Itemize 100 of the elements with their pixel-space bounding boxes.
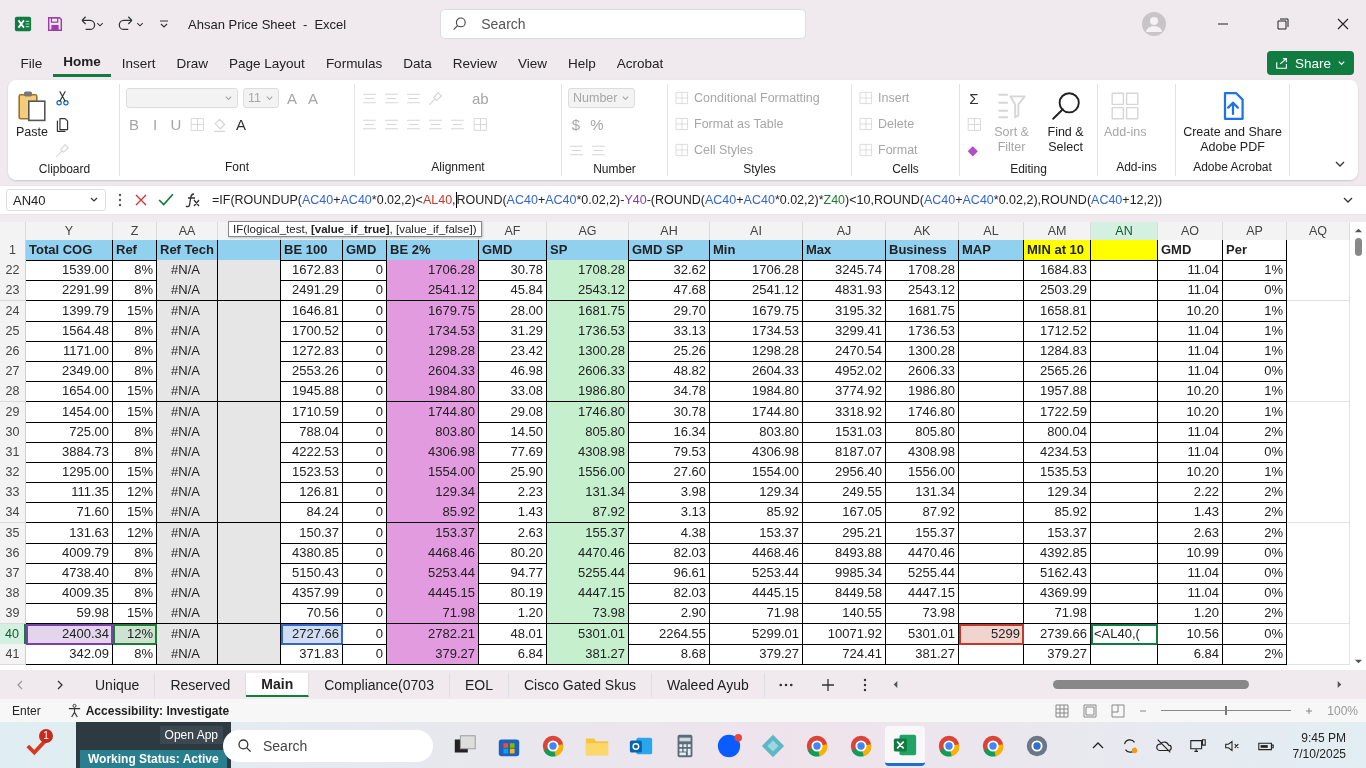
table-cell: 1284.83 [1024,340,1091,362]
menu-tab[interactable]: Acrobat [606,49,674,77]
row-header[interactable]: 23 [0,280,26,302]
accessibility-status[interactable]: Accessibility: Investigate [85,703,230,718]
sheet-tab[interactable]: Waleed Ayub [652,672,765,697]
open-app-button[interactable]: Open App [159,726,223,744]
row-header[interactable]: 1 [0,240,26,261]
column-header[interactable]: Z [113,222,157,242]
column-header[interactable]: AA [157,222,218,242]
sheet-tab[interactable]: Main [246,672,310,697]
row-header[interactable]: 33 [0,482,26,504]
menu-tab[interactable]: Formulas [315,49,393,77]
sheet-tab[interactable]: EOL [449,672,509,697]
checkmark-icon[interactable] [158,192,174,208]
menu-tab[interactable]: Draw [166,49,219,77]
menu-tab[interactable]: File [10,49,53,77]
zoom-slider[interactable] [1161,706,1292,715]
zoom-slider-thumb[interactable] [1225,706,1228,715]
clock-date[interactable]: 7/10/2025 [1292,747,1346,761]
ribbon-button[interactable]: Find & Select [1040,86,1091,155]
column-header[interactable]: AN [1091,222,1158,242]
row-header[interactable]: 41 [0,643,26,665]
row-header[interactable]: 34 [0,502,26,524]
row-header[interactable]: 27 [0,361,26,383]
column-header[interactable]: AP [1223,222,1287,242]
row-header[interactable]: 25 [0,320,26,342]
maximize-icon[interactable] [1277,18,1289,30]
column-header[interactable]: Y [26,222,113,242]
column-header[interactable]: AO [1158,222,1223,242]
save-icon[interactable] [46,15,64,33]
row-header[interactable]: 38 [0,583,26,605]
ribbon-button[interactable]: A [233,113,249,135]
column-header[interactable]: AQ [1287,222,1350,242]
row-header[interactable]: 31 [0,441,26,463]
page-layout-icon[interactable] [1083,703,1098,718]
row-header[interactable]: 26 [0,340,26,362]
accessibility-icon[interactable] [66,703,82,718]
row-header[interactable]: 36 [0,542,26,564]
zoom-in-icon[interactable] [1305,706,1314,715]
row-header[interactable]: 30 [0,421,26,443]
menu-tab[interactable]: Page Layout [218,49,316,77]
row-header[interactable]: 29 [0,401,26,423]
table-cell [959,401,1024,423]
table-cell: 3245.74 [803,260,886,282]
close-icon[interactable] [1337,18,1349,30]
normal-view-icon[interactable] [1055,703,1070,718]
table-cell: 1298.28 [387,340,479,362]
column-header[interactable]: AM [1024,222,1091,242]
ribbon-button[interactable]: Σ [966,87,982,109]
network-icon[interactable] [1188,737,1207,755]
table-cell: 16.34 [629,421,710,443]
name-box[interactable]: AN40 [6,189,106,211]
table-cell: 5255.44 [886,563,959,584]
column-header[interactable]: AK [886,222,959,242]
column-header[interactable]: AH [629,222,710,242]
row-header[interactable]: 40 [0,623,26,645]
column-header[interactable]: AL [959,222,1024,242]
scrollbar-thumb[interactable] [1053,680,1249,689]
row-header[interactable]: 37 [0,563,26,584]
ribbon-button[interactable]: Paste [16,86,48,140]
add-sheet-icon[interactable] [820,677,835,692]
column-header[interactable]: AG [547,222,629,242]
scrollbar-thumb[interactable] [1354,238,1362,256]
row-header[interactable]: 35 [0,522,26,544]
function-icon[interactable] [184,192,202,208]
speaker-muted-icon[interactable] [1222,737,1241,755]
row-header[interactable]: 24 [0,300,26,322]
customize-caret-icon[interactable] [158,18,170,30]
row-header[interactable]: 39 [0,603,26,625]
row-header[interactable]: 28 [0,381,26,403]
cloud-off-icon[interactable] [1154,737,1173,755]
spreadsheet-app-icon[interactable] [14,15,32,33]
taskbar-button[interactable]: 1 [18,726,58,766]
menu-tab[interactable]: Review [442,49,508,77]
menu-tab[interactable]: Home [52,49,112,77]
up-arrow-icon[interactable] [1353,226,1363,235]
sheet-tab[interactable]: Cisco Gated Skus [508,672,652,697]
menu-tab[interactable]: View [507,49,558,77]
more-icon[interactable] [778,681,793,688]
search-field[interactable]: Search [440,9,807,39]
redo-icon[interactable] [118,15,144,33]
menu-tab[interactable]: Insert [111,49,167,77]
table-cell [1091,643,1158,665]
right-arrow-icon[interactable] [1335,680,1344,689]
sheet-tab[interactable]: Unique [80,672,156,697]
formula-field[interactable]: =IF(ROUNDUP(AC40+AC40*0.02,2)<AL40,ROUND(AC40+AC40*0.02,2)-Y40-(ROUND(AC40+AC40*0.02,2)*Z40)<10,ROUND(AC40+AC40*0.02,2),ROUND(AC40+12,2)) [212,192,1332,208]
share-button[interactable]: Share [1266,51,1354,75]
down-arrow-icon[interactable] [1353,657,1363,666]
clock-time[interactable]: 9:45 PM [1301,731,1346,745]
menu-tab[interactable]: Data [392,49,443,77]
column-header[interactable]: AI [710,222,803,242]
sheet-tab[interactable]: Compliance(0703 [309,672,450,697]
more-dots-icon[interactable] [862,677,867,692]
search-field[interactable]: Search [223,730,433,762]
page-break-icon[interactable] [1111,703,1126,718]
menu-tab[interactable]: Help [557,49,607,77]
row-header[interactable]: 22 [0,260,26,282]
column-header[interactable]: AJ [803,222,886,242]
ribbon-button[interactable]: Create and Share Adobe PDF [1182,86,1283,155]
row-header[interactable]: 32 [0,462,26,484]
